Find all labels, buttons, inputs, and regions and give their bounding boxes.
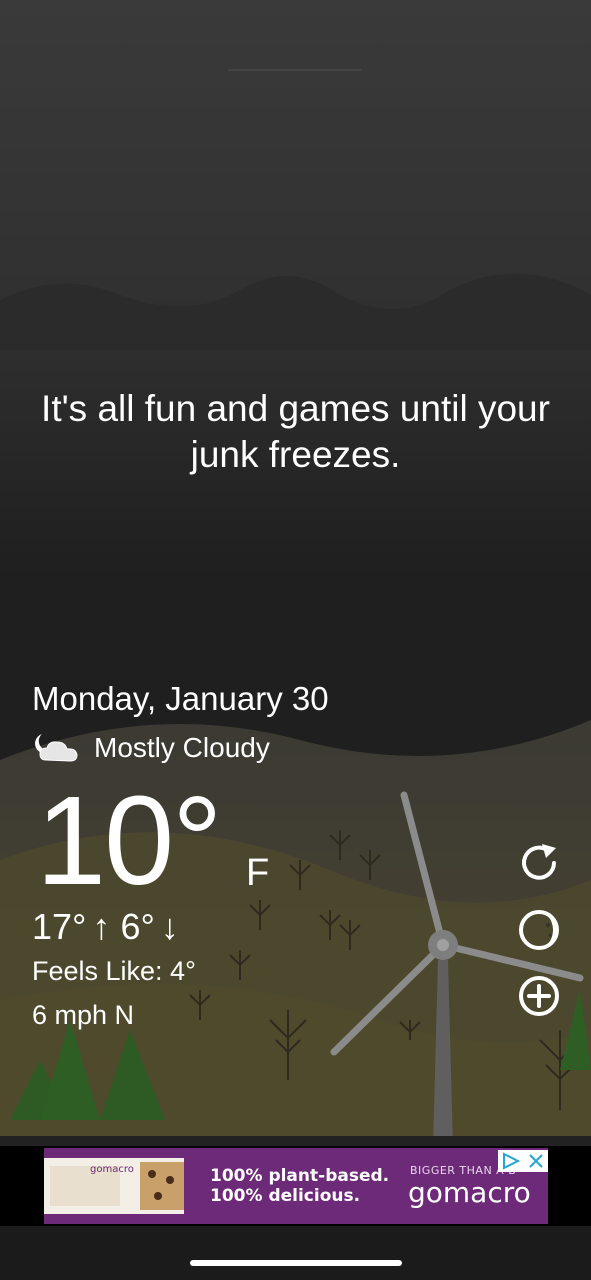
ad-content[interactable]: gomacro 100% plant-based. 100% delicious… <box>44 1148 548 1224</box>
high-low-row: 17° ↑ 6° ↓ <box>32 906 189 948</box>
up-arrow-icon: ↑ <box>92 906 111 947</box>
condition-label: Mostly Cloudy <box>94 732 270 763</box>
ad-headline-2: 100% delicious. <box>210 1186 361 1206</box>
ad-banner[interactable]: gomacro 100% plant-based. 100% delicious… <box>0 1146 591 1226</box>
wind-label: 6 mph N <box>32 1000 135 1030</box>
background-scene <box>0 0 591 1280</box>
tagline: It's all fun and games until your junk f… <box>41 388 550 475</box>
ad-brand: gomacro <box>408 1176 531 1209</box>
temperature-unit: F <box>246 852 270 894</box>
ad-headline-1: 100% plant-based. <box>210 1166 390 1186</box>
ad-choices-icon[interactable] <box>498 1150 548 1172</box>
temperature-value: 10° <box>36 770 223 911</box>
refresh-icon[interactable] <box>516 840 562 886</box>
product-image: gomacro <box>44 1158 184 1214</box>
down-arrow-icon: ↓ <box>160 906 179 947</box>
low-temp: 6° <box>120 906 155 947</box>
high-temp: 17° <box>32 906 87 947</box>
add-icon[interactable] <box>516 973 562 1019</box>
home-indicator[interactable] <box>190 1260 402 1266</box>
condition-row: Mostly Cloudy <box>32 730 270 766</box>
svg-text:gomacro: gomacro <box>90 1164 134 1175</box>
moon-phase-icon[interactable] <box>516 907 562 953</box>
moon-cloud-icon <box>35 734 78 762</box>
date-label: Monday, January 30 <box>32 680 329 717</box>
feels-like-label: Feels Like: 4° <box>32 956 196 986</box>
